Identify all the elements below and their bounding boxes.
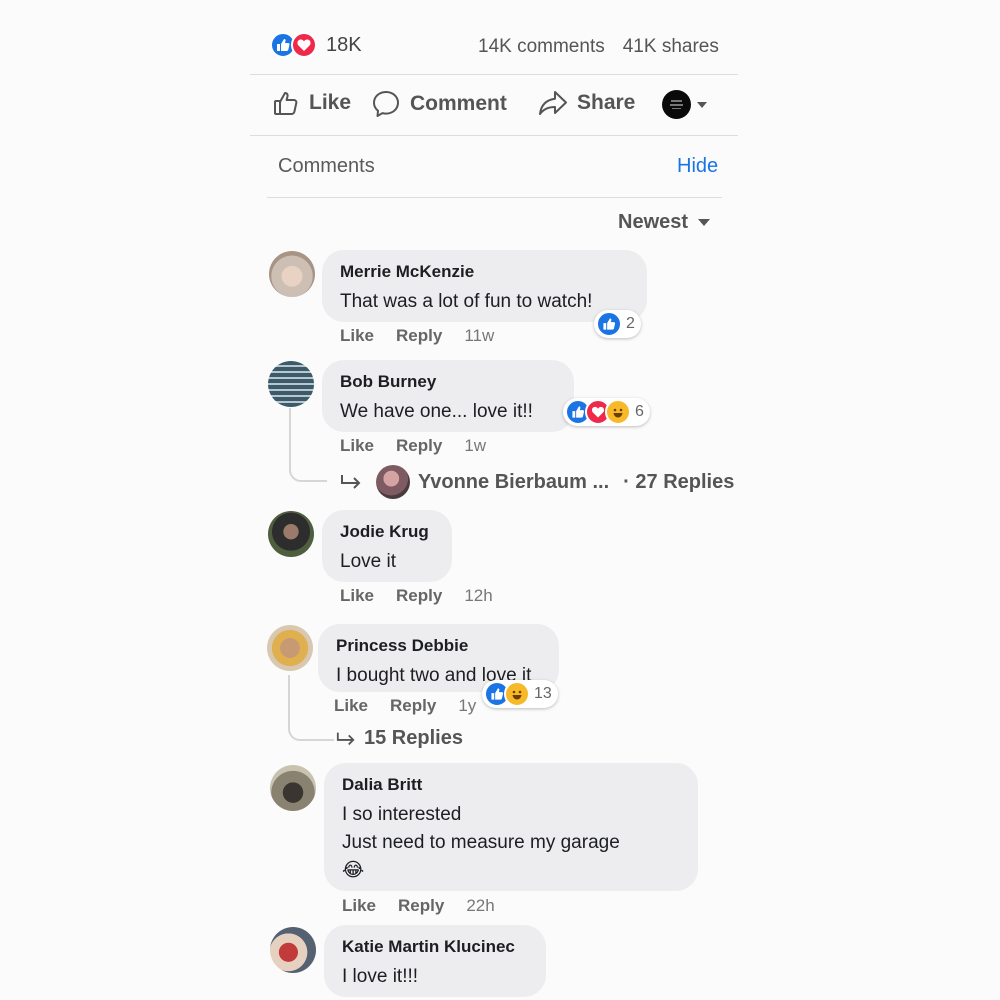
comment-reply-link[interactable]: Reply: [390, 696, 436, 716]
comment-bubble: Katie Martin Klucinec I love it!!!: [324, 925, 546, 997]
comment-bubble: Jodie Krug Love it: [322, 510, 452, 582]
comment-meta: Like Reply 1w: [340, 436, 486, 456]
avatar[interactable]: [267, 625, 313, 671]
comment-meta: Like Reply 11w: [340, 326, 494, 346]
avatar[interactable]: [270, 765, 316, 811]
profile-avatar: [662, 90, 691, 119]
chevron-down-icon: [697, 101, 707, 108]
comment-timestamp[interactable]: 22h: [466, 896, 494, 916]
reaction-summary[interactable]: 18K: [270, 32, 362, 58]
avatar[interactable]: [268, 361, 314, 407]
like-button-label: Like: [309, 91, 352, 114]
avatar[interactable]: [269, 251, 315, 297]
comment-button-label: Comment: [410, 92, 507, 115]
reaction-count[interactable]: 18K: [326, 34, 362, 57]
comment-bubble: Bob Burney We have one... love it!!: [322, 360, 574, 432]
comment-meta: Like Reply 12h: [340, 586, 493, 606]
comment-text: I love it!!!: [342, 966, 419, 987]
thread-line: [288, 675, 334, 741]
divider: [250, 135, 738, 136]
hide-comments-link[interactable]: Hide: [677, 155, 718, 178]
thread-line: [289, 408, 327, 482]
profile-selector[interactable]: [662, 90, 707, 119]
sort-dropdown[interactable]: Newest: [618, 211, 711, 234]
like-button[interactable]: Like: [272, 89, 351, 117]
comment-like-link[interactable]: Like: [334, 696, 368, 716]
comment-text-line: Just need to measure my garage: [342, 832, 620, 853]
comment-text: Love it: [340, 551, 396, 572]
share-button[interactable]: Share: [538, 89, 635, 117]
haha-reaction-icon: [504, 681, 530, 707]
comment-timestamp[interactable]: 1y: [458, 696, 476, 716]
reply-author: Yvonne Bierbaum ...: [418, 470, 610, 493]
sort-label: Newest: [618, 211, 689, 233]
avatar[interactable]: [268, 511, 314, 557]
share-button-label: Share: [577, 91, 636, 114]
reaction-count: 6: [635, 403, 644, 420]
haha-reaction-icon: [605, 399, 631, 425]
replies-count: 15 Replies: [364, 727, 463, 749]
comment-like-link[interactable]: Like: [340, 326, 374, 346]
comment-icon: [373, 91, 399, 117]
laughing-emoji: 😂: [342, 860, 365, 881]
commenter-name[interactable]: Dalia Britt: [342, 775, 680, 795]
replies-count: · 27 Replies: [623, 470, 735, 493]
comment-timestamp[interactable]: 12h: [464, 586, 492, 606]
comment-text-line: I so interested: [342, 804, 462, 825]
chevron-down-icon: [698, 219, 711, 226]
comment-like-link[interactable]: Like: [340, 436, 374, 456]
commenter-name[interactable]: Princess Debbie: [336, 636, 541, 656]
comment-reply-link[interactable]: Reply: [396, 586, 442, 606]
commenter-name[interactable]: Jodie Krug: [340, 522, 434, 542]
comment-reactions[interactable]: 6: [563, 398, 650, 426]
comment-like-link[interactable]: Like: [340, 586, 374, 606]
share-icon: [539, 91, 567, 115]
comments-heading: Comments: [278, 155, 375, 177]
reply-arrow-icon: [341, 475, 361, 489]
comment-reply-link[interactable]: Reply: [396, 326, 442, 346]
comment-reply-link[interactable]: Reply: [396, 436, 442, 456]
commenter-name[interactable]: Katie Martin Klucinec: [342, 937, 528, 957]
love-reaction-icon: [291, 32, 317, 58]
avatar: [376, 465, 410, 499]
divider: [250, 74, 738, 75]
avatar[interactable]: [270, 927, 316, 973]
reaction-count: 13: [534, 685, 552, 702]
comment-reactions[interactable]: 13: [482, 680, 558, 708]
comment-bubble: Merrie McKenzie That was a lot of fun to…: [322, 250, 647, 322]
reaction-count: 2: [626, 315, 635, 332]
commenter-name[interactable]: Merrie McKenzie: [340, 262, 629, 282]
comment-meta: Like Reply 22h: [342, 896, 495, 916]
comment-like-link[interactable]: Like: [342, 896, 376, 916]
comment-bubble: Dalia Britt I so interested Just need to…: [324, 763, 698, 891]
commenter-name[interactable]: Bob Burney: [340, 372, 556, 392]
comment-meta: Like Reply 1y: [334, 696, 476, 716]
divider: [267, 197, 722, 198]
comment-button[interactable]: Comment: [371, 89, 507, 119]
reply-arrow-icon: [336, 732, 355, 745]
like-reaction-icon: [596, 311, 622, 337]
comments-count[interactable]: 14K comments: [478, 36, 605, 58]
shares-count[interactable]: 41K shares: [623, 36, 719, 58]
comment-text: We have one... love it!!: [340, 401, 533, 422]
reply-preview[interactable]: Yvonne Bierbaum ... · 27 Replies: [340, 465, 734, 499]
comment-reactions[interactable]: 2: [594, 310, 641, 338]
comment-text: That was a lot of fun to watch!: [340, 291, 593, 312]
thumbs-up-icon: [274, 92, 298, 115]
comment-reply-link[interactable]: Reply: [398, 896, 444, 916]
comment-timestamp[interactable]: 1w: [464, 436, 486, 456]
comment-timestamp[interactable]: 11w: [464, 326, 494, 346]
view-replies-link[interactable]: 15 Replies: [336, 727, 463, 750]
